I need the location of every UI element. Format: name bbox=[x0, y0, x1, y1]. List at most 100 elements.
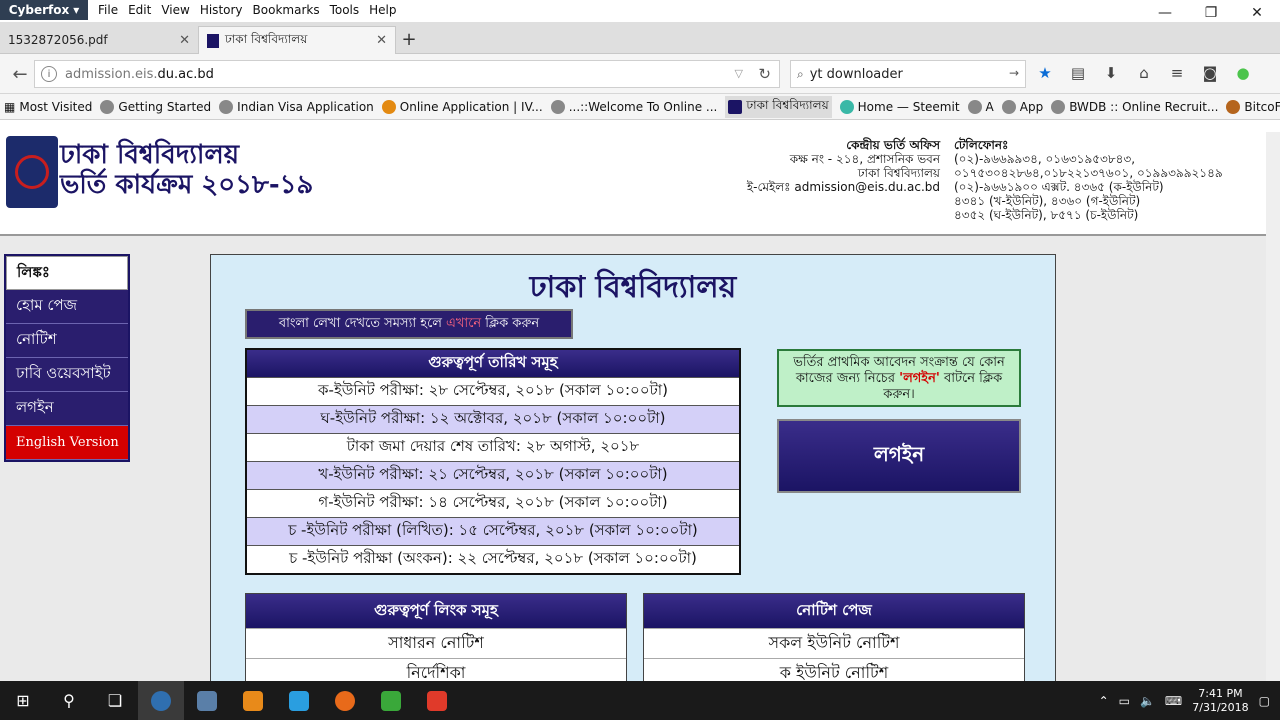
bookmark-star-icon[interactable]: ★ bbox=[1034, 62, 1056, 84]
bookmark-bwdb[interactable]: BWDB :: Online Recruit... bbox=[1051, 99, 1218, 114]
bookmark-label: ঢাকা বিশ্ববিদ্যালয় bbox=[746, 97, 829, 112]
bookmark-online-application[interactable]: Online Application | IV... bbox=[381, 99, 543, 114]
font-help-link[interactable]: এখানে bbox=[446, 314, 481, 335]
info-icon[interactable]: i bbox=[41, 66, 57, 82]
reload-icon[interactable]: ↻ bbox=[758, 65, 771, 83]
media-app-icon[interactable] bbox=[184, 681, 230, 720]
firefox-app-icon[interactable] bbox=[322, 681, 368, 720]
site-title-line2: ভর্তি কার্যক্রম ২০১৮-১৯ bbox=[60, 170, 314, 200]
camtasia-green-icon[interactable] bbox=[368, 681, 414, 720]
globe-icon bbox=[1051, 99, 1066, 114]
bookmark-a[interactable]: A bbox=[967, 99, 994, 114]
close-tab-icon[interactable]: ✕ bbox=[376, 33, 387, 48]
search-taskbar-icon[interactable]: ⚲ bbox=[46, 681, 92, 720]
search-go-icon[interactable]: → bbox=[1009, 66, 1019, 80]
sidebar-item-login[interactable]: লগইন bbox=[6, 392, 128, 426]
url-dropdown-icon[interactable]: ▽ bbox=[735, 67, 743, 80]
back-button[interactable]: ← bbox=[8, 62, 32, 86]
reading-list-icon[interactable]: ▤ bbox=[1067, 62, 1089, 84]
bookmark-label: App bbox=[1019, 99, 1044, 114]
bookmark-welcome-online[interactable]: ...::Welcome To Online ... bbox=[550, 99, 717, 114]
globe-icon bbox=[100, 99, 115, 114]
close-tab-icon[interactable]: ✕ bbox=[179, 33, 190, 48]
paint-app-icon[interactable] bbox=[230, 681, 276, 720]
login-instruction: ভর্তির প্রাথমিক আবেদন সংক্রান্ত যে কোন ক… bbox=[777, 349, 1021, 407]
office-title: কেন্দ্রীয় ভর্তি অফিস bbox=[846, 138, 940, 152]
bookmark-getting-started[interactable]: Getting Started bbox=[100, 99, 211, 114]
status-dot-icon[interactable]: ● bbox=[1232, 62, 1254, 84]
bookmark-du[interactable]: ঢাকা বিশ্ববিদ্যালয় bbox=[725, 95, 832, 118]
menu-icon[interactable]: ≡ bbox=[1166, 62, 1188, 84]
bookmark-app[interactable]: App bbox=[1001, 99, 1044, 114]
bookmarks-bar: ▦ Most Visited Getting Started Indian Vis… bbox=[0, 94, 1280, 120]
bookmark-label: Indian Visa Application bbox=[237, 99, 374, 114]
menu-edit[interactable]: Edit bbox=[128, 3, 151, 17]
sidebar-item-english[interactable]: English Version bbox=[6, 426, 128, 460]
url-bar[interactable]: i admission.eis.du.ac.bd ▽ ↻ bbox=[34, 60, 780, 88]
link-guideline[interactable]: নির্দেশিকা bbox=[246, 658, 626, 681]
download-icon[interactable]: ⬇ bbox=[1100, 62, 1122, 84]
network-icon[interactable]: ▭ bbox=[1119, 694, 1130, 708]
table-row: খ-ইউনিট পরীক্ষা: ২১ সেপ্টেম্বর, ২০১৮ (সক… bbox=[247, 461, 739, 489]
clock-date: 7/31/2018 bbox=[1192, 700, 1249, 714]
sidebar-item-home[interactable]: হোম পেজ bbox=[6, 290, 128, 324]
url-text: admission.eis.du.ac.bd bbox=[65, 67, 214, 82]
chevron-up-icon[interactable]: ⌃ bbox=[1099, 694, 1109, 708]
url-domain: du.ac.bd bbox=[157, 66, 214, 82]
page-scrollbar[interactable] bbox=[1266, 132, 1280, 681]
task-view-icon[interactable]: ❏ bbox=[92, 681, 138, 720]
menu-view[interactable]: View bbox=[161, 3, 189, 17]
search-input[interactable]: yt downloader bbox=[810, 67, 903, 82]
font-help-note: বাংলা লেখা দেখতে সমস্যা হলে এখানে ক্লিক … bbox=[245, 309, 573, 339]
bookmark-bitcofarm[interactable]: BitcoFarm - Home bbox=[1226, 99, 1280, 114]
pocket-icon[interactable]: ◙ bbox=[1199, 62, 1221, 84]
link-ka-unit-notice[interactable]: ক ইউনিট নোটিশ bbox=[644, 658, 1024, 681]
menu-tools[interactable]: Tools bbox=[330, 3, 360, 17]
folder-icon: ▦ bbox=[4, 99, 16, 114]
important-links-panel: গুরুত্বপূর্ণ লিংক সমূহ সাধারন নোটিশ নির্… bbox=[245, 593, 627, 681]
clock[interactable]: 7:41 PM 7/31/2018 bbox=[1192, 687, 1248, 715]
university-logo[interactable] bbox=[6, 136, 58, 208]
volume-icon[interactable]: 🔈 bbox=[1140, 694, 1155, 708]
login-note-highlight: 'লগইন' bbox=[899, 371, 940, 386]
tab-pdf[interactable]: 1532872056.pdf ✕ bbox=[0, 26, 198, 54]
office-info: কেন্দ্রীয় ভর্তি অফিস কক্ষ নং - ২১৪, প্র… bbox=[747, 138, 940, 194]
language-icon[interactable]: ⌨ bbox=[1165, 694, 1182, 708]
system-tray: ⌃ ▭ 🔈 ⌨ 7:41 PM 7/31/2018 ▢ bbox=[1099, 681, 1270, 720]
bookmark-label: Most Visited bbox=[19, 99, 93, 114]
font-note-text: বাংলা লেখা দেখতে সমস্যা হলে bbox=[278, 315, 442, 331]
bookmark-most-visited[interactable]: ▦ Most Visited bbox=[4, 100, 92, 114]
office-email: ই-মেইলঃ admission@eis.du.ac.bd bbox=[746, 180, 940, 194]
link-general-notice[interactable]: সাধারন নোটিশ bbox=[246, 628, 626, 658]
login-button[interactable]: লগইন bbox=[777, 419, 1021, 493]
bookmark-label: Online Application | IV... bbox=[399, 99, 543, 114]
cyberfox-taskbar-icon[interactable] bbox=[138, 681, 184, 720]
menu-history[interactable]: History bbox=[200, 3, 243, 17]
bookmark-label: Home — Steemit bbox=[857, 99, 960, 114]
camtasia-red-icon[interactable] bbox=[414, 681, 460, 720]
links-sidebar: লিঙ্কঃ হোম পেজ নোটিশ ঢাবি ওয়েবসাইট লগইন… bbox=[4, 254, 130, 462]
phone-line: ০১৭৫৩০৪২৮৬৪,০১৮২২১৩৭৬০১, ০১৯৯৩৯৯২১৪৯ bbox=[954, 166, 1223, 180]
menu-bookmarks[interactable]: Bookmarks bbox=[253, 3, 320, 17]
office-university: ঢাকা বিশ্ববিদ্যালয় bbox=[857, 166, 940, 180]
sidebar-item-notice[interactable]: নোটিশ bbox=[6, 324, 128, 358]
sidebar-item-du-website[interactable]: ঢাবি ওয়েবসাইট bbox=[6, 358, 128, 392]
home-icon[interactable]: ⌂ bbox=[1133, 62, 1155, 84]
tab-du[interactable]: ঢাকা বিশ্ববিদ্যালয় ✕ bbox=[198, 26, 396, 54]
new-tab-button[interactable]: + bbox=[397, 28, 421, 50]
bookmark-indian-visa[interactable]: Indian Visa Application bbox=[219, 99, 374, 114]
toolbar-icons: ★ ▤ ⬇ ⌂ ≡ ◙ ● bbox=[1034, 62, 1254, 84]
menu-file[interactable]: File bbox=[98, 3, 118, 17]
bookmark-steemit[interactable]: Home — Steemit bbox=[839, 99, 960, 114]
link-all-unit-notice[interactable]: সকল ইউনিট নোটিশ bbox=[644, 628, 1024, 658]
menu-help[interactable]: Help bbox=[369, 3, 396, 17]
app-menu-button[interactable]: Cyberfox ▾ bbox=[0, 0, 88, 20]
clock-time: 7:41 PM bbox=[1198, 686, 1243, 700]
settings-app-icon[interactable] bbox=[276, 681, 322, 720]
favicon-icon bbox=[207, 33, 219, 48]
notification-icon[interactable]: ▢ bbox=[1259, 694, 1270, 708]
table-row: ক-ইউনিট পরীক্ষা: ২৮ সেপ্টেম্বর, ২০১৮ (সক… bbox=[247, 377, 739, 405]
bookmark-label: A bbox=[985, 99, 994, 114]
start-button[interactable]: ⊞ bbox=[0, 681, 46, 720]
search-box[interactable]: ⌕ yt downloader → bbox=[790, 60, 1026, 88]
